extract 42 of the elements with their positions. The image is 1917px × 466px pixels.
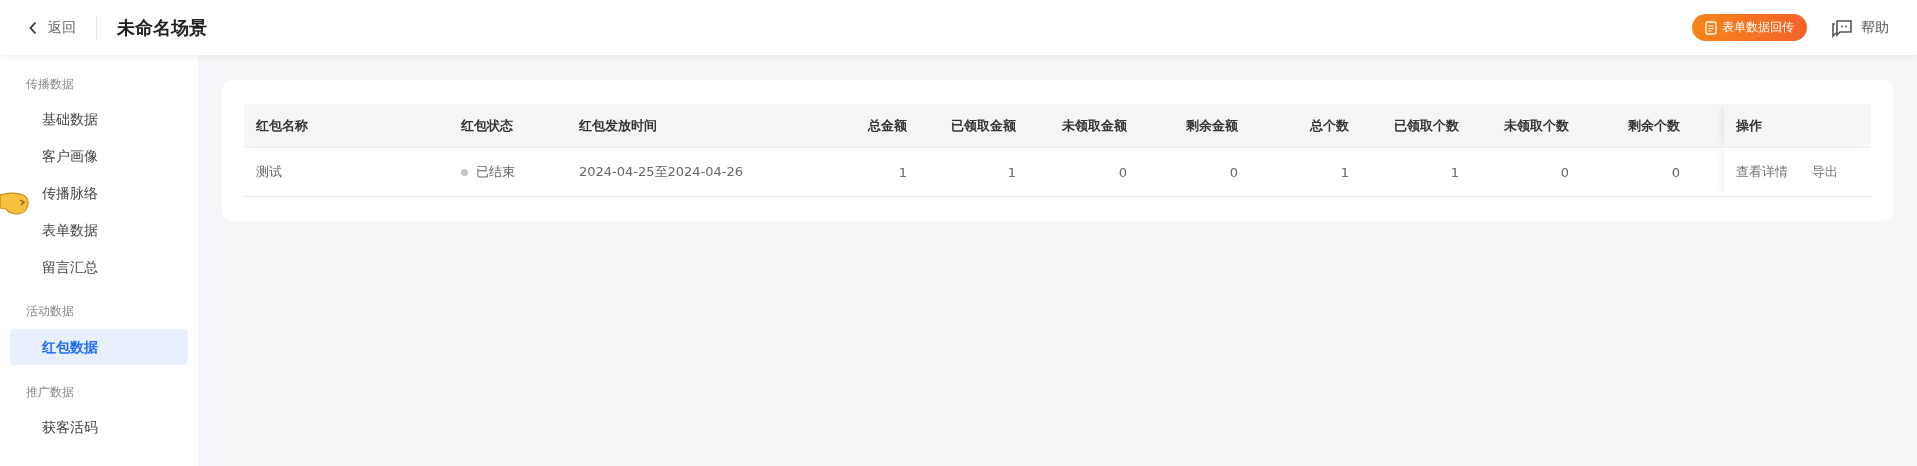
column-header: 已领取个数 <box>1394 117 1459 133</box>
table-cell: 测试 <box>256 164 282 179</box>
column-header: 总个数 <box>1310 117 1349 133</box>
table-cell: 1 <box>1450 164 1459 180</box>
column-header: 已领取金额 <box>951 117 1016 133</box>
column-header: 未领取金额 <box>1062 117 1127 133</box>
hand-icon <box>0 190 30 216</box>
sidebar-group-label: 传播数据 <box>25 76 74 93</box>
sidebar-group-label: 推广数据 <box>25 384 74 401</box>
column-header: 红包状态 <box>461 117 513 133</box>
sidebar-item[interactable]: 红包数据 <box>10 329 188 365</box>
chat-icon <box>1831 17 1853 38</box>
column-header: 红包名称 <box>256 117 308 133</box>
action-link[interactable]: 导出 <box>1812 164 1838 179</box>
table-cell: 0 <box>1229 164 1238 180</box>
column-header: 剩余个数 <box>1628 117 1680 133</box>
sidebar-group-label: 活动数据 <box>25 303 74 320</box>
column-header: 剩余金额 <box>1186 117 1238 133</box>
help-button[interactable]: 帮助 <box>1831 17 1889 38</box>
document-icon <box>1705 20 1717 35</box>
back-button[interactable]: 返回 <box>28 18 76 37</box>
sidebar-item[interactable]: 获客活码 <box>42 410 98 444</box>
sidebar-item[interactable]: 留言汇总 <box>42 250 98 284</box>
table-cell: 0 <box>1560 164 1569 180</box>
chevron-left-icon <box>28 20 38 35</box>
column-header: 总金额 <box>868 117 907 133</box>
column-header: 操作 <box>1736 117 1762 133</box>
column-header: 红包发放时间 <box>579 117 657 133</box>
table-cell: 1 <box>1007 164 1016 180</box>
table-cell: 0 <box>1118 164 1127 180</box>
sidebar-item[interactable]: 基础数据 <box>42 102 98 136</box>
table-cell: 1 <box>898 164 907 180</box>
table-cell: 2024-04-25至2024-04-26 <box>579 164 744 179</box>
sidebar-item[interactable]: 表单数据 <box>42 213 98 247</box>
column-header: 未领取个数 <box>1504 117 1569 133</box>
table-cell: 1 <box>1340 164 1349 180</box>
action-link[interactable]: 查看详情 <box>1736 164 1788 179</box>
page-title: 未命名场景 <box>117 15 207 40</box>
sidebar-item[interactable]: 客户画像 <box>42 139 98 173</box>
sidebar-item[interactable]: 传播脉络 <box>42 176 98 210</box>
status-text: 已结束 <box>476 163 515 181</box>
table-cell: 0 <box>1671 164 1680 180</box>
